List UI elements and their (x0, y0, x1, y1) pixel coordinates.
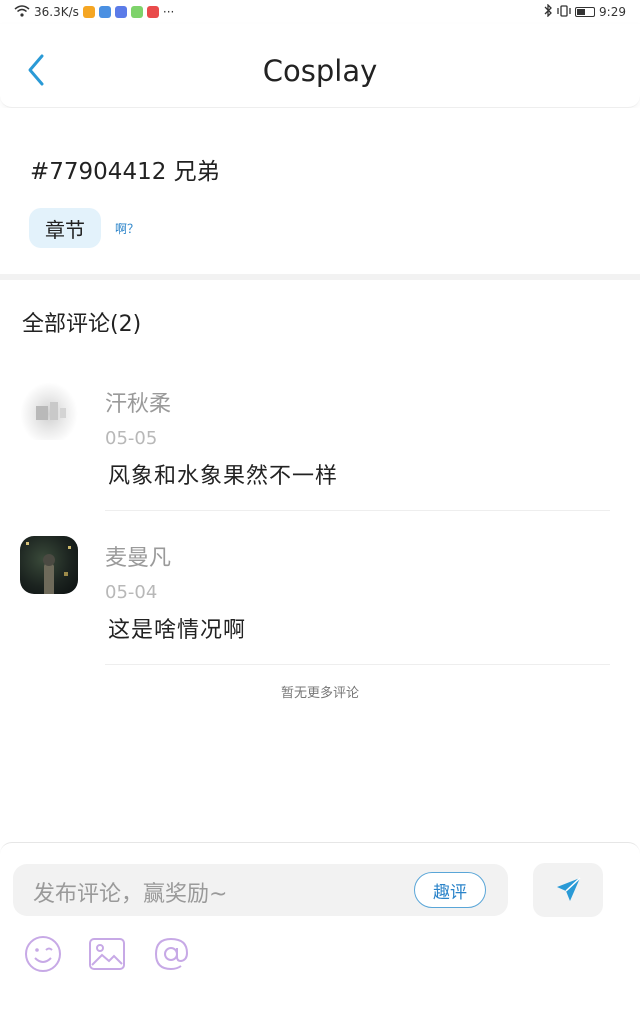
clock: 9:29 (599, 5, 626, 19)
more-notifications: ··· (162, 5, 175, 19)
app-notification-icon (98, 6, 111, 18)
bluetooth-icon (543, 3, 553, 20)
avatar[interactable] (20, 536, 78, 594)
chapter-chip[interactable]: 章节 (29, 208, 101, 248)
status-bar-left: 36.3K/s ··· (14, 4, 175, 20)
comment-text: 这是啥情况啊 (108, 618, 247, 643)
post-title: #77904412 兄弟 (30, 159, 220, 185)
comment-author[interactable]: 麦曼凡 (105, 540, 171, 572)
app-notification-icon (114, 6, 127, 18)
comment-author[interactable]: 汗秋柔 (105, 386, 171, 418)
network-speed: 36.3K/s (34, 5, 79, 19)
wifi-icon (14, 4, 30, 20)
comments-heading: 全部评论(2) (22, 312, 142, 337)
app-notification-icon (130, 6, 143, 18)
comment-item: 麦曼凡 05-04 这是啥情况啊 (0, 526, 640, 676)
status-bar-right: 9:29 (543, 3, 626, 20)
comment-divider (105, 510, 610, 511)
app-notification-icon (82, 6, 95, 18)
image-icon (89, 938, 125, 970)
comment-divider (105, 664, 610, 665)
status-bar: 36.3K/s ··· 9:29 (0, 0, 640, 24)
comment-date: 05-04 (105, 582, 158, 603)
comment-item: 汗秋柔 05-05 风象和水象果然不一样 (0, 372, 640, 522)
smiley-icon (25, 936, 61, 972)
app-notification-icon (146, 6, 159, 18)
image-button[interactable] (86, 933, 128, 975)
post-header: #77904412 兄弟 章节 啊？ (0, 108, 640, 276)
comment-input[interactable]: 发布评论，赢奖励~ 趣评 (13, 864, 508, 916)
send-button[interactable] (533, 863, 603, 917)
comment-date: 05-05 (105, 428, 158, 449)
top-app-bar: Cosplay (0, 24, 640, 108)
section-divider (0, 274, 640, 280)
quzping-button[interactable]: 趣评 (414, 872, 486, 908)
comment-text: 风象和水象果然不一样 (108, 464, 339, 489)
emoji-button[interactable] (22, 933, 64, 975)
comment-composer: 发布评论，赢奖励~ 趣评 (0, 842, 640, 1024)
avatar[interactable] (20, 382, 78, 440)
at-sign-icon (154, 937, 189, 971)
no-more-comments: 暂无更多评论 (280, 686, 359, 701)
comment-input-placeholder: 发布评论，赢奖励~ (33, 882, 228, 907)
send-icon (557, 877, 581, 901)
vibrate-icon (557, 4, 571, 20)
mention-button[interactable] (150, 933, 192, 975)
composer-tools (22, 933, 192, 975)
chapter-subtitle[interactable]: 啊？ (115, 220, 139, 237)
page-title: Cosplay (262, 54, 378, 88)
battery-icon (575, 7, 596, 17)
